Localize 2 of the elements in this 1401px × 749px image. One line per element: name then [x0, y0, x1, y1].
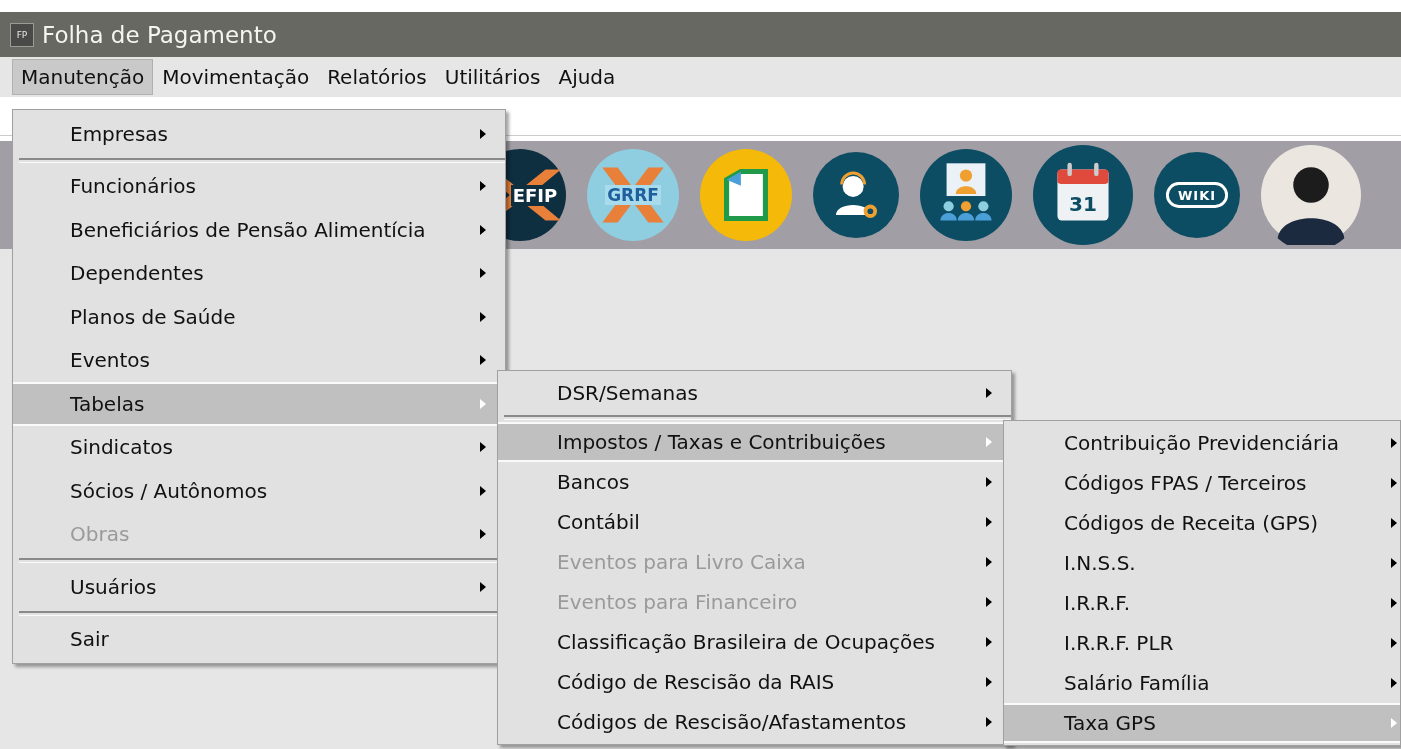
app-icon: FP	[10, 22, 34, 47]
window-title: Folha de Pagamento	[42, 21, 277, 48]
